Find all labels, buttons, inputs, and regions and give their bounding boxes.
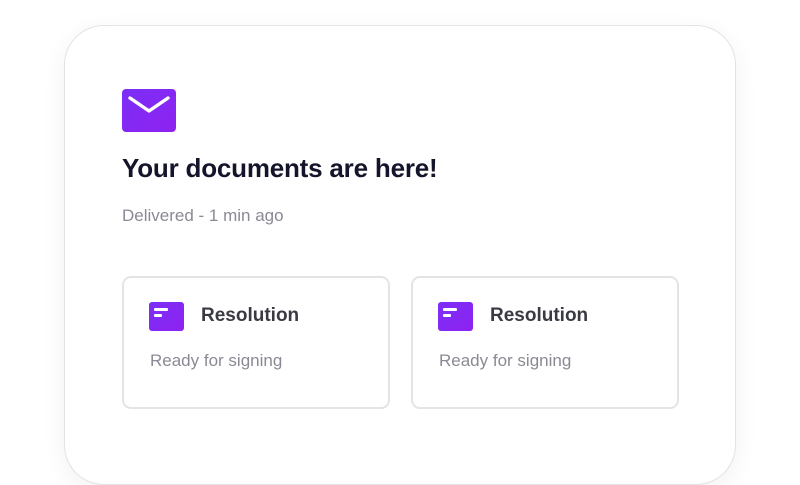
delivery-status: Delivered - 1 min ago: [122, 206, 284, 225]
document-icon: [438, 302, 473, 331]
document-title: Resolution: [490, 305, 589, 326]
document-status: Ready for signing: [439, 351, 572, 370]
notification-title: Your documents are here!: [122, 153, 438, 183]
document-card[interactable]: Resolution Ready for signing: [411, 276, 679, 409]
mail-icon: [122, 89, 176, 132]
document-card[interactable]: Resolution Ready for signing: [122, 276, 390, 409]
document-status: Ready for signing: [150, 351, 283, 370]
document-title: Resolution: [201, 305, 300, 326]
document-icon: [149, 302, 184, 331]
